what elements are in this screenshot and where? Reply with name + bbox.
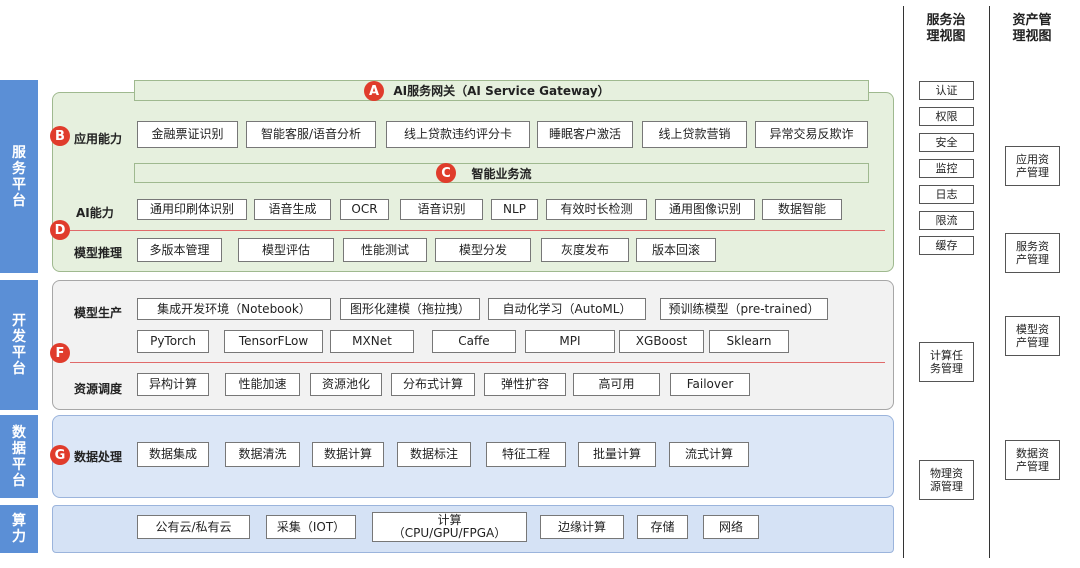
governance-item: 缓存: [919, 236, 974, 255]
inference-item: 灰度发布: [541, 238, 629, 262]
divider-line: [70, 362, 885, 363]
governance-item: 安全: [919, 133, 974, 152]
data-platform-label: 数据平台: [0, 415, 38, 498]
ai-item: NLP: [491, 199, 538, 220]
app-item: 智能客服/语音分析: [246, 121, 376, 148]
data-item: 数据标注: [397, 442, 471, 467]
service-platform-label: 服务平台: [0, 80, 38, 273]
app-item: 线上贷款营销: [642, 121, 747, 148]
framework-item: TensorFLow: [224, 330, 323, 353]
governance-item: 监控: [919, 159, 974, 178]
data-item: 数据集成: [137, 442, 209, 467]
compute-item: 计算 （CPU/GPU/FPGA）: [372, 512, 527, 542]
ai-item: 数据智能: [762, 199, 842, 220]
divider-line: [70, 230, 885, 231]
inference-item: 版本回滚: [636, 238, 716, 262]
scheduling-item: 分布式计算: [391, 373, 475, 396]
physical-resource-management-box: 物理资源管理: [919, 460, 974, 500]
production-item: 自动化学习（AutoML）: [488, 298, 646, 320]
inference-item: 多版本管理: [137, 238, 222, 262]
compute-item: 公有云/私有云: [137, 515, 250, 539]
marker-f: F: [50, 343, 70, 363]
marker-d: D: [50, 220, 70, 240]
framework-item: MPI: [525, 330, 615, 353]
data-item: 批量计算: [578, 442, 656, 467]
ai-capability-label: AI能力: [76, 206, 114, 220]
marker-c: C: [436, 163, 456, 183]
marker-b: B: [50, 126, 70, 146]
ai-item: 语音识别: [400, 199, 483, 220]
app-item: 睡眠客户激活: [537, 121, 633, 148]
inference-item: 模型评估: [238, 238, 334, 262]
framework-item: MXNet: [330, 330, 414, 353]
inference-item: 性能测试: [343, 238, 427, 262]
scheduling-item: Failover: [670, 373, 750, 396]
scheduling-item: 高可用: [573, 373, 660, 396]
compute-task-management-box: 计算任务管理: [919, 342, 974, 382]
compute-item: 网络: [703, 515, 759, 539]
data-item: 数据计算: [312, 442, 384, 467]
dev-platform-label: 开发平台: [0, 280, 38, 410]
governance-item: 日志: [919, 185, 974, 204]
governance-item: 认证: [919, 81, 974, 100]
scheduling-item: 异构计算: [137, 373, 209, 396]
governance-view-title: 服务治理视图: [926, 13, 966, 44]
model-inference-label: 模型推理: [74, 246, 123, 260]
service-asset-management-box: 服务资产管理: [1005, 233, 1060, 273]
asset-view-title: 资产管理视图: [1012, 13, 1052, 44]
data-item: 数据清洗: [225, 442, 300, 467]
resource-scheduling-label: 资源调度: [74, 382, 123, 396]
data-asset-management-box: 数据资产管理: [1005, 440, 1060, 480]
data-item: 流式计算: [669, 442, 749, 467]
data-processing-label: 数据处理: [74, 450, 123, 464]
scheduling-item: 资源池化: [310, 373, 382, 396]
marker-a: A: [364, 81, 384, 101]
marker-g: G: [50, 445, 70, 465]
compute-platform-label: 算力: [0, 505, 38, 553]
column-divider: [903, 6, 904, 558]
model-asset-management-box: 模型资产管理: [1005, 316, 1060, 356]
ai-item: 通用图像识别: [655, 199, 755, 220]
compute-item: 采集（IOT）: [266, 515, 356, 539]
scheduling-item: 弹性扩容: [484, 373, 566, 396]
framework-item: PyTorch: [137, 330, 209, 353]
production-item: 集成开发环境（Notebook）: [137, 298, 331, 320]
app-item: 金融票证识别: [137, 121, 238, 148]
app-asset-management-box: 应用资产管理: [1005, 146, 1060, 186]
compute-item: 存储: [637, 515, 688, 539]
scheduling-item: 性能加速: [225, 373, 300, 396]
ai-item: OCR: [340, 199, 389, 220]
smart-workflow-bar: 智能业务流: [134, 163, 869, 183]
inference-item: 模型分发: [435, 238, 531, 262]
column-divider: [989, 6, 990, 558]
app-capability-label: 应用能力: [74, 132, 123, 146]
app-item: 异常交易反欺诈: [755, 121, 868, 148]
ai-service-gateway-bar: AI服务网关（AI Service Gateway）: [134, 80, 869, 101]
governance-item: 权限: [919, 107, 974, 126]
ai-item: 通用印刷体识别: [137, 199, 247, 220]
framework-item: Sklearn: [709, 330, 789, 353]
production-item: 预训练模型（pre-trained）: [660, 298, 828, 320]
app-item: 线上贷款违约评分卡: [386, 121, 530, 148]
data-item: 特征工程: [486, 442, 566, 467]
governance-item: 限流: [919, 211, 974, 230]
production-item: 图形化建模（拖拉拽）: [340, 298, 480, 320]
ai-item: 语音生成: [254, 199, 331, 220]
model-production-label: 模型生产: [74, 306, 123, 320]
compute-item: 边缘计算: [540, 515, 624, 539]
framework-item: XGBoost: [619, 330, 704, 353]
ai-item: 有效时长检测: [546, 199, 647, 220]
framework-item: Caffe: [432, 330, 516, 353]
